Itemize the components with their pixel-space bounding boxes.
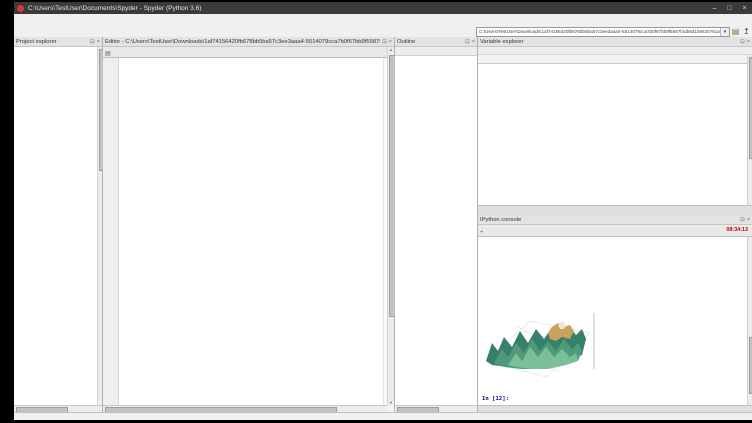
project-vertical-scrollbar[interactable]: [97, 47, 102, 405]
browse-directory-icon[interactable]: ▤: [730, 27, 741, 37]
outline-toolbar: [395, 47, 477, 56]
undock-icon[interactable]: ⊡: [90, 39, 95, 45]
working-directory-combobox[interactable]: C:\Users\TestUser\Downloads\1af74156420f…: [476, 27, 730, 37]
close-icon[interactable]: ×: [747, 217, 750, 223]
outline-panel: Outline ⊡×: [395, 37, 478, 412]
chevron-down-icon[interactable]: ▾: [720, 28, 729, 36]
console-input-prompt[interactable]: In [12]:: [482, 396, 509, 402]
project-explorer-panel: Project explorer ⊡×: [14, 37, 103, 412]
project-tree: [14, 47, 97, 405]
close-icon[interactable]: ×: [97, 39, 100, 45]
undock-icon[interactable]: ⊡: [465, 39, 470, 45]
close-button[interactable]: ×: [737, 5, 752, 12]
variable-explorer-title: Variable explorer: [480, 37, 738, 46]
variable-vertical-scrollbar[interactable]: [747, 55, 752, 205]
undock-icon[interactable]: ⊡: [740, 217, 745, 223]
title-bar: C:\Users\TestUser\Documents\Spyder - Spy…: [14, 2, 752, 14]
close-icon[interactable]: ×: [747, 39, 750, 45]
ipython-console-title: IPython console: [480, 215, 738, 224]
main-toolbar: C:\Users\TestUser\Downloads\1af74156420f…: [14, 26, 752, 37]
undock-icon[interactable]: ⊡: [740, 39, 745, 45]
outline-title: Outline: [397, 37, 463, 46]
editor-horizontal-scrollbar[interactable]: [103, 405, 387, 412]
variable-explorer-toolbar: [478, 47, 752, 55]
right-panel: Variable explorer ⊡× IPython console ⊡× …: [478, 37, 752, 412]
status-bar: [14, 412, 752, 420]
code-editor[interactable]: [103, 58, 387, 405]
console-body[interactable]: In [12]:: [478, 237, 747, 405]
main-area: Project explorer ⊡× Editor - C:\Users\Te…: [14, 37, 752, 412]
maximize-button[interactable]: □: [722, 5, 737, 12]
close-icon[interactable]: ×: [472, 39, 475, 45]
console-bottom-tabs: [478, 405, 752, 412]
editor-title: Editor - C:\Users\TestUser\Downloads\1af…: [105, 37, 380, 46]
project-explorer-title: Project explorer: [16, 37, 88, 46]
console-vertical-scrollbar[interactable]: [747, 237, 752, 405]
surface-plot: [478, 299, 610, 399]
new-console-icon[interactable]: +: [480, 230, 484, 236]
editor-tab-bar: ▤: [103, 47, 394, 58]
variable-table: [478, 64, 747, 205]
working-directory-path: C:\Users\TestUser\Downloads\1af74156420f…: [477, 28, 720, 36]
spyder-window: C:\Users\TestUser\Documents\Spyder - Spy…: [14, 2, 752, 420]
undock-icon[interactable]: ⊡: [382, 39, 387, 45]
elapsed-time: 08:34:13: [726, 225, 748, 236]
right-panel-tabs: [478, 205, 752, 215]
minimize-button[interactable]: –: [707, 5, 722, 12]
parent-directory-icon[interactable]: ↥: [741, 27, 752, 37]
polar-plot: [616, 293, 740, 397]
spyder-logo-icon: [17, 5, 24, 12]
editor-panel: Editor - C:\Users\TestUser\Downloads\1af…: [103, 37, 395, 412]
editor-gutter[interactable]: [103, 58, 119, 405]
browse-tabs-icon[interactable]: ▤: [105, 50, 111, 57]
variable-table-header: [478, 55, 747, 64]
window-title: C:\Users\TestUser\Documents\Spyder - Spy…: [28, 5, 201, 12]
outline-horizontal-scrollbar[interactable]: [395, 405, 477, 412]
outline-tree: [395, 56, 477, 405]
console-tab-bar: + 08:34:13: [478, 225, 752, 237]
project-horizontal-scrollbar[interactable]: [14, 405, 102, 412]
close-icon[interactable]: ×: [389, 39, 392, 45]
editor-vertical-scrollbar[interactable]: ▲ ▼: [387, 47, 394, 405]
